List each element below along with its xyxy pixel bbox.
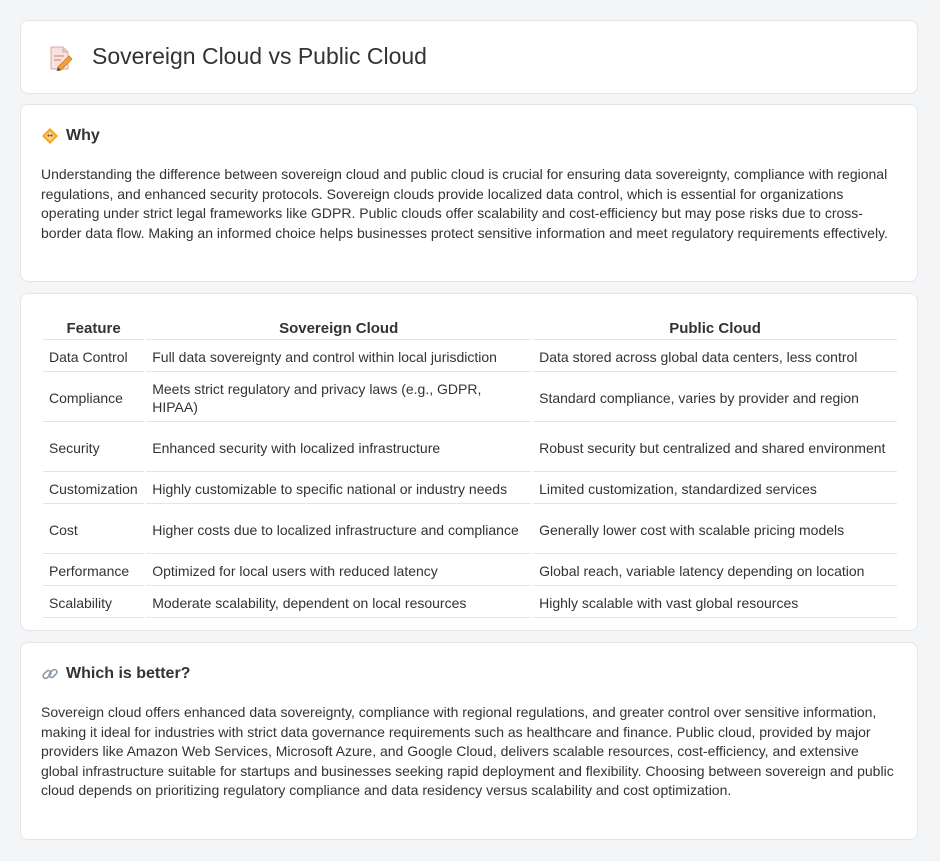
table-cell: Data stored across global data centers, … [533,342,897,372]
table-cell: Optimized for local users with reduced l… [146,556,532,586]
better-text: Sovereign cloud offers enhanced data sov… [41,704,894,799]
table-row: Security Enhanced security with localize… [43,424,897,472]
page-title: Sovereign Cloud vs Public Cloud [92,43,427,69]
table-cell: Scalability [43,588,145,618]
table-cell: Standard compliance, varies by provider … [533,374,897,422]
which-is-better-section: Which is better? Sovereign cloud offers … [20,642,918,840]
column-header: Feature [43,317,145,340]
table-cell: Performance [43,556,145,586]
table-cell: Global reach, variable latency depending… [533,556,897,586]
table-cell: Security [43,424,145,472]
table-cell: Highly customizable to specific national… [146,474,532,504]
column-header: Public Cloud [533,317,897,340]
comparison-table: Feature Sovereign Cloud Public Cloud Dat… [41,315,899,620]
table-row: Customization Highly customizable to spe… [43,474,897,504]
table-cell: Customization [43,474,145,504]
why-text: Understanding the difference between sov… [41,166,888,241]
table-cell: Cost [43,506,145,554]
document-pencil-icon [50,46,73,71]
link-icon [42,668,58,680]
why-heading: Why [66,127,100,144]
better-heading: Which is better? [66,665,191,682]
why-section: Why Understanding the difference between… [20,104,918,282]
table-cell: Generally lower cost with scalable prici… [533,506,897,554]
table-row: Scalability Moderate scalability, depend… [43,588,897,618]
table-row: Cost Higher costs due to localized infra… [43,506,897,554]
diamond-warning-icon [42,128,58,144]
table-header-row: Feature Sovereign Cloud Public Cloud [43,317,897,340]
table-cell: Robust security but centralized and shar… [533,424,897,472]
title-card: Sovereign Cloud vs Public Cloud [20,20,918,94]
table-row: Compliance Meets strict regulatory and p… [43,374,897,422]
table-cell: Highly scalable with vast global resourc… [533,588,897,618]
table-row: Data Control Full data sovereignty and c… [43,342,897,372]
table-cell: Data Control [43,342,145,372]
column-header: Sovereign Cloud [146,317,532,340]
comparison-card: Feature Sovereign Cloud Public Cloud Dat… [20,293,918,631]
table-cell: Enhanced security with localized infrast… [146,424,532,472]
table-cell: Higher costs due to localized infrastruc… [146,506,532,554]
table-cell: Compliance [43,374,145,422]
table-row: Performance Optimized for local users wi… [43,556,897,586]
table-cell: Limited customization, standardized serv… [533,474,897,504]
table-cell: Moderate scalability, dependent on local… [146,588,532,618]
table-cell: Meets strict regulatory and privacy laws… [146,374,532,422]
table-cell: Full data sovereignty and control within… [146,342,532,372]
